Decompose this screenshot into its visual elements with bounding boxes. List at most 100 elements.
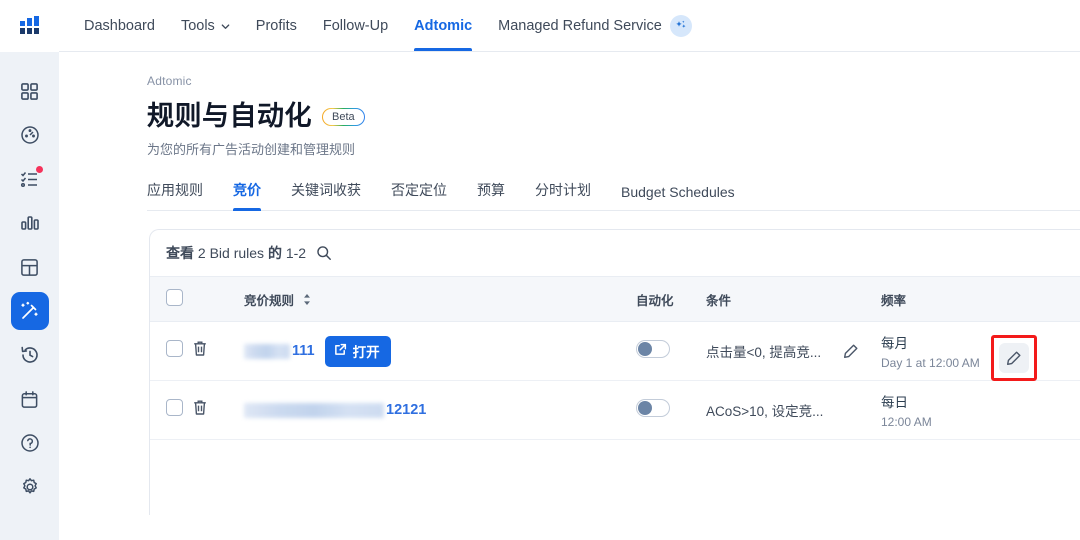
result-summary: 查看 2 Bid rules 的 1-2 xyxy=(166,243,306,263)
sidebar-item-analytics[interactable] xyxy=(11,204,49,242)
automation-toggle[interactable] xyxy=(636,398,670,417)
title-row: 规则与自动化 Beta xyxy=(147,94,1080,133)
nav-label: Tools xyxy=(180,17,215,34)
app-logo[interactable] xyxy=(0,0,59,52)
sidebar-item-settings[interactable] xyxy=(11,468,49,506)
sidebar-item-help[interactable] xyxy=(11,424,49,462)
sidebar-item-history[interactable] xyxy=(11,336,49,374)
table-head: 竞价规则 自动化 条件 频率 xyxy=(150,276,1080,322)
automation-toggle[interactable] xyxy=(636,339,670,358)
th-label: 自动化 xyxy=(636,293,674,308)
condition-text: 点击量<0, 提高竞... xyxy=(706,345,822,360)
table-row[interactable]: 111 打开 点击量<0, 提高竞... 每月 Day 1 at 12:00 A… xyxy=(150,321,1080,381)
nav-item-adtomic[interactable]: Adtomic xyxy=(401,0,485,51)
nav-item-managed-refund-service[interactable]: Managed Refund Service xyxy=(485,0,705,51)
rule-name-suffix: 12121 xyxy=(386,402,427,418)
frequency-text-group: 每日 12:00 AM xyxy=(881,391,932,429)
magic-wand-icon xyxy=(21,301,38,319)
chevron-down-icon xyxy=(221,19,230,29)
th-select xyxy=(150,276,192,322)
summary-count: 2 Bid rules xyxy=(197,245,265,261)
open-button-label: 打开 xyxy=(352,344,380,360)
row-edit-button[interactable] xyxy=(999,343,1029,373)
page-title: 规则与自动化 xyxy=(147,101,312,131)
condition-pencil-icon[interactable] xyxy=(843,343,859,359)
sparkle-icon xyxy=(669,14,692,37)
top-navigation: Dashboard Tools Profits Follow-Up Adtomi… xyxy=(59,0,1080,52)
app-root: Dashboard Tools Profits Follow-Up Adtomi… xyxy=(0,0,1080,540)
action-highlight-box xyxy=(991,335,1037,381)
table-body: 111 打开 点击量<0, 提高竞... 每月 Day 1 at 12:00 A… xyxy=(150,321,1080,440)
tab-budget[interactable]: 预算 xyxy=(477,174,519,210)
tab-label: 竞价 xyxy=(233,182,261,198)
row-select-cell xyxy=(150,321,192,381)
notification-dot xyxy=(35,166,43,173)
sidebar-item-dashboard[interactable] xyxy=(11,116,49,154)
tab-apply-rules[interactable]: 应用规则 xyxy=(147,174,217,210)
tab-negative-targeting[interactable]: 否定定位 xyxy=(391,174,461,210)
trash-icon[interactable] xyxy=(192,399,208,416)
trash-icon[interactable] xyxy=(192,340,208,357)
row-checkbox[interactable] xyxy=(166,399,183,416)
sidebar-rail xyxy=(10,52,49,512)
apps-grid-icon xyxy=(21,82,38,100)
row-automation-cell xyxy=(636,380,706,440)
frequency-sub: 12:00 AM xyxy=(881,415,932,429)
sort-icon[interactable] xyxy=(303,293,311,308)
sidebar-item-table[interactable] xyxy=(11,248,49,286)
tab-keyword-harvest[interactable]: 关键词收获 xyxy=(291,174,375,210)
nav-item-profits[interactable]: Profits xyxy=(243,0,310,51)
nav-item-follow-up[interactable]: Follow-Up xyxy=(310,0,401,51)
th-condition: 条件 xyxy=(706,276,881,322)
table-header-row: 竞价规则 自动化 条件 频率 xyxy=(150,276,1080,322)
nav-label: Follow-Up xyxy=(322,17,389,34)
redacted-rule-name xyxy=(244,343,290,359)
tab-budget-schedules[interactable]: Budget Schedules xyxy=(621,178,749,210)
nav-item-tools[interactable]: Tools xyxy=(168,0,243,51)
tab-label: 应用规则 xyxy=(147,182,203,198)
th-frequency: 频率 xyxy=(881,276,1080,322)
row-select-cell xyxy=(150,380,192,440)
search-icon[interactable] xyxy=(316,245,332,261)
tab-dayparting[interactable]: 分时计划 xyxy=(535,174,605,210)
tab-bidding[interactable]: 竞价 xyxy=(233,174,275,211)
row-condition-cell: ACoS>10, 设定竞... xyxy=(706,380,881,440)
checklist-icon xyxy=(20,172,37,188)
settings-icon xyxy=(22,478,37,494)
tab-label: 分时计划 xyxy=(535,182,591,198)
sidebar-item-adtomic[interactable] xyxy=(10,292,49,330)
tab-label: 关键词收获 xyxy=(291,182,361,198)
condition-text: ACoS>10, 设定竞... xyxy=(706,404,824,419)
sidebar-item-apps[interactable] xyxy=(11,72,49,110)
nav-label: Dashboard xyxy=(84,17,155,34)
table-row[interactable]: 12121 ACoS>10, 设定竞... 每日 12:00 AM xyxy=(150,380,1080,440)
sidebar-item-tasks[interactable] xyxy=(11,160,49,198)
row-checkbox[interactable] xyxy=(166,340,183,357)
frequency-main: 每日 xyxy=(881,395,908,410)
th-label: 竞价规则 xyxy=(244,293,295,308)
row-delete-cell xyxy=(192,321,244,381)
left-sidebar xyxy=(0,0,59,540)
sidebar-item-calendar[interactable] xyxy=(11,380,49,418)
help-icon xyxy=(20,434,39,452)
external-link-icon xyxy=(334,343,347,359)
bid-rules-table: 竞价规则 自动化 条件 频率 111 打开 点击量<0, 提高竞... 每月 D… xyxy=(150,276,1080,440)
summary-middle: 的 xyxy=(267,245,282,261)
toggle-knob xyxy=(638,341,652,356)
select-all-checkbox[interactable] xyxy=(166,289,183,306)
calendar-icon xyxy=(21,390,38,408)
gauge-icon xyxy=(20,126,39,144)
nav-label: Managed Refund Service xyxy=(498,17,662,34)
open-button[interactable]: 打开 xyxy=(324,335,391,367)
nav-item-dashboard[interactable]: Dashboard xyxy=(71,0,168,51)
rules-card: 查看 2 Bid rules 的 1-2 竞价规则 自动化 条件 频率 111 … xyxy=(149,229,1080,515)
th-automation: 自动化 xyxy=(636,276,706,322)
row-name-cell: 111 打开 xyxy=(244,321,636,381)
th-rule-name[interactable]: 竞价规则 xyxy=(244,276,636,322)
row-delete-cell xyxy=(192,380,244,440)
frequency-text-group: 每月 Day 1 at 12:00 AM xyxy=(881,332,980,370)
card-toolbar: 查看 2 Bid rules 的 1-2 xyxy=(150,230,1080,276)
frequency-sub: Day 1 at 12:00 AM xyxy=(881,356,980,370)
summary-prefix: 查看 xyxy=(166,245,194,261)
beta-badge: Beta xyxy=(322,108,365,126)
